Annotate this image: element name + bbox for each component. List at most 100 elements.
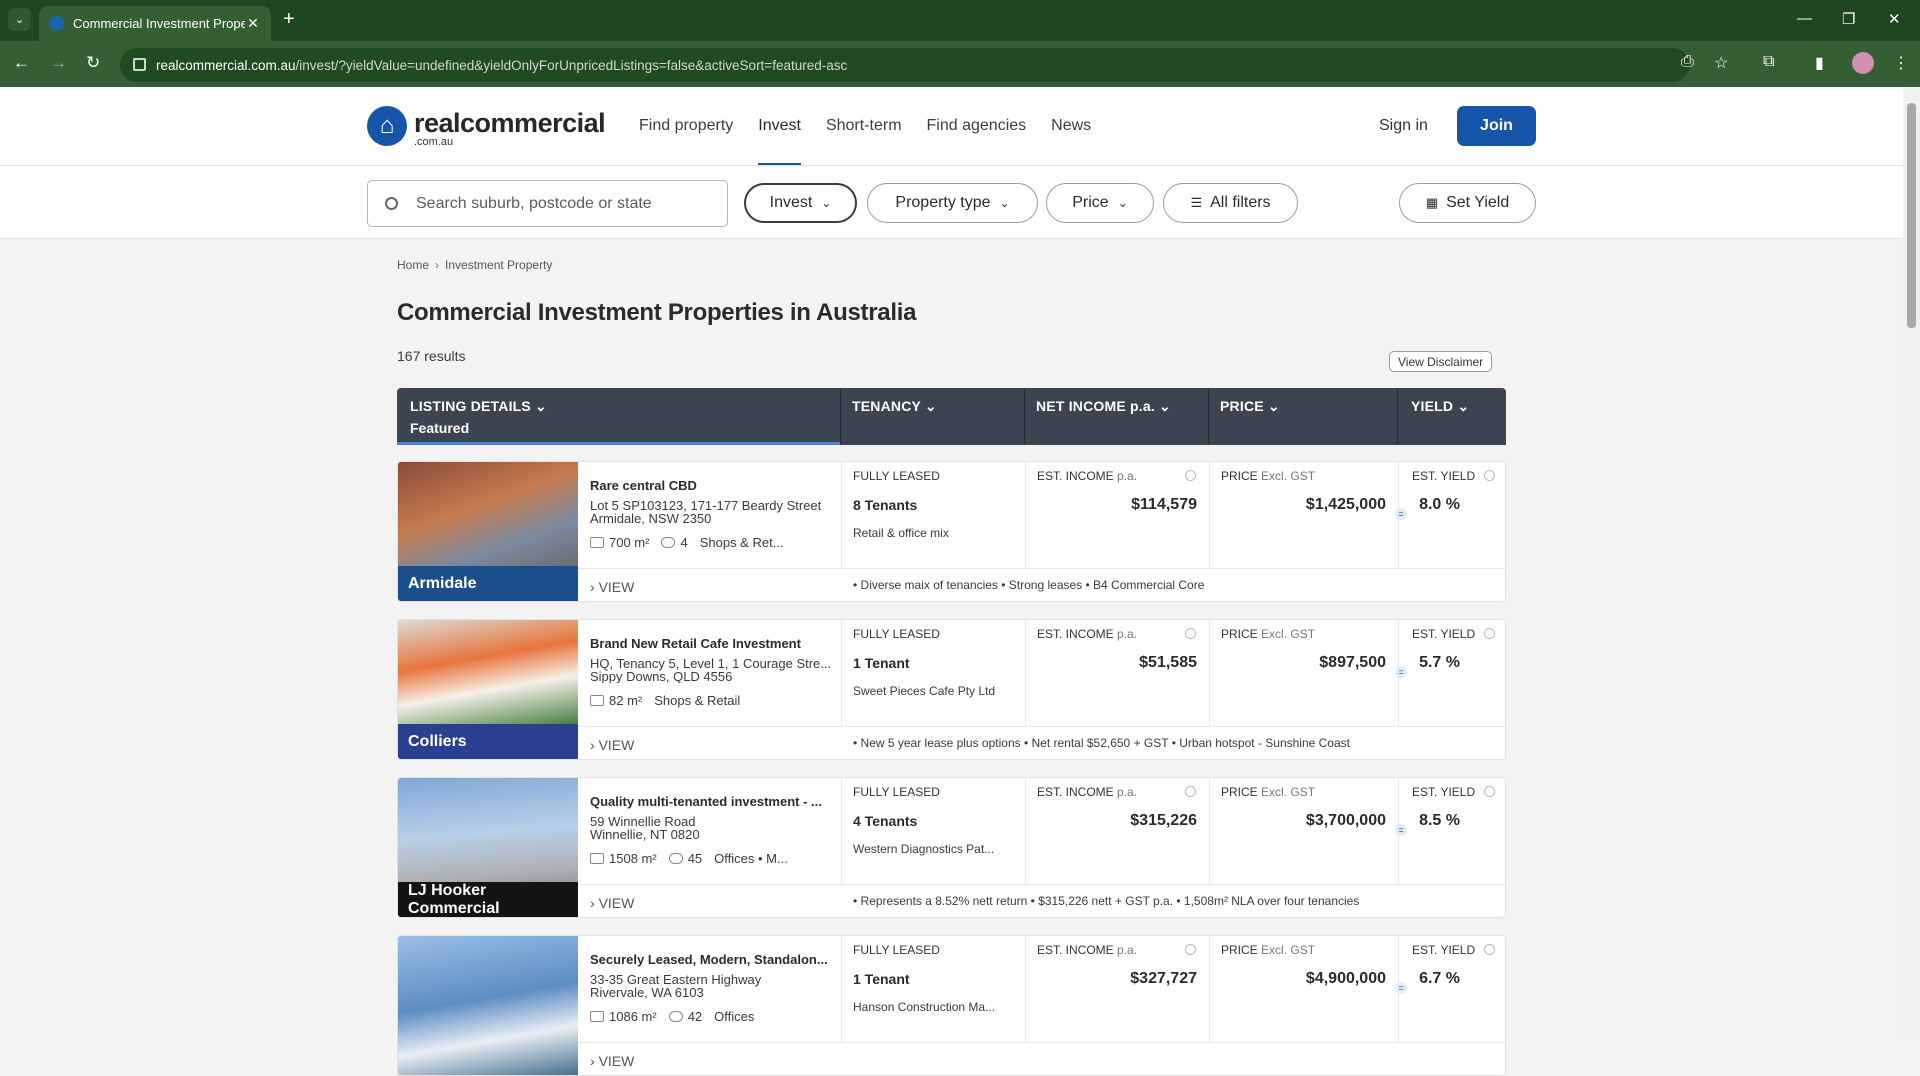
divider — [578, 1042, 1505, 1043]
car-icon — [668, 1011, 683, 1022]
excl-gst-text: Excl. GST — [1261, 627, 1316, 641]
extensions-icon[interactable]: ⧉ — [1763, 53, 1774, 71]
sort-net-income[interactable]: NET INCOME p.a. ⌄ — [1036, 398, 1171, 415]
reload-icon[interactable]: ↻ — [86, 53, 100, 73]
menu-kebab-icon[interactable]: ⋮ — [1893, 53, 1909, 73]
house-logo-icon[interactable]: ⌂ — [367, 106, 407, 146]
view-button[interactable]: › VIEW — [590, 579, 634, 595]
listing-title[interactable]: Brand New Retail Cafe Investment — [590, 636, 830, 651]
chevron-right-icon: › — [435, 258, 440, 272]
view-button[interactable]: › VIEW — [590, 737, 634, 753]
view-button[interactable]: › VIEW — [590, 1053, 634, 1069]
set-yield-button[interactable]: ▦ Set Yield — [1399, 183, 1536, 223]
table-header: LISTING DETAILS ⌄ Featured TENANCY ⌄ NET… — [397, 388, 1506, 445]
agency-logo[interactable]: Armidale — [398, 566, 578, 601]
listing-card[interactable]: Armidale Rare central CBD Lot 5 SP103123… — [397, 461, 1506, 602]
all-filters-button[interactable]: ☰ All filters — [1163, 183, 1298, 223]
sort-price[interactable]: PRICE ⌄ — [1220, 398, 1280, 415]
logo-text[interactable]: realcommercial — [414, 108, 606, 139]
sign-in-link[interactable]: Sign in — [1379, 117, 1428, 135]
listing-card[interactable]: LJ Hooker Commercial Quality multi-tenan… — [397, 777, 1506, 918]
close-tab-icon[interactable]: ✕ — [245, 15, 261, 32]
minimize-icon[interactable]: — — [1797, 10, 1812, 27]
info-icon[interactable] — [1185, 628, 1196, 639]
nav-invest[interactable]: Invest — [758, 117, 801, 165]
nav-find-agencies[interactable]: Find agencies — [927, 117, 1027, 165]
breadcrumb-home[interactable]: Home — [397, 258, 429, 272]
close-window-icon[interactable]: ✕ — [1888, 10, 1901, 28]
divider — [841, 778, 842, 885]
agency-logo[interactable]: Colliers — [398, 724, 578, 759]
info-icon[interactable] — [1484, 944, 1495, 955]
listing-title[interactable]: Rare central CBD — [590, 478, 830, 493]
scrollbar-thumb[interactable] — [1907, 103, 1916, 328]
info-icon[interactable] — [1484, 470, 1495, 481]
divider — [841, 620, 842, 727]
browser-tab-active[interactable]: Commercial Investment Prope ✕ — [39, 6, 271, 41]
listing-card[interactable]: Securely Leased, Modern, Standalon... 33… — [397, 935, 1506, 1076]
property-type-dropdown[interactable]: Property type ⌄ — [867, 183, 1038, 223]
listing-address: HQ, Tenancy 5, Level 1, 1 Courage Stre..… — [590, 657, 830, 683]
price-value: $897,500 — [1319, 654, 1386, 671]
floor-area: 1508 m² — [609, 851, 657, 866]
view-disclaimer-button[interactable]: View Disclaimer — [1389, 351, 1493, 372]
filter-bar: Search suburb, postcode or state Invest ⌄… — [0, 166, 1903, 239]
profile-avatar[interactable] — [1852, 52, 1874, 74]
est-yield-label: EST. YIELD — [1412, 785, 1476, 799]
tab-search-icon[interactable]: ⌄ — [8, 8, 31, 31]
join-button[interactable]: Join — [1457, 106, 1536, 146]
restore-icon[interactable]: ❐ — [1842, 10, 1855, 28]
info-icon[interactable] — [1185, 944, 1196, 955]
listing-card[interactable]: Colliers Brand New Retail Cafe Investmen… — [397, 619, 1506, 760]
pa-text: p.a. — [1117, 469, 1138, 483]
back-icon[interactable]: ← — [13, 53, 30, 73]
price-dropdown[interactable]: Price ⌄ — [1046, 183, 1154, 223]
info-icon[interactable] — [1185, 470, 1196, 481]
sort-listing-details[interactable]: LISTING DETAILS ⌄ — [410, 398, 547, 415]
property-type: Offices • M... — [714, 851, 788, 866]
new-tab-icon[interactable]: + — [283, 8, 295, 31]
equals-icon: = — [1395, 666, 1407, 678]
divider — [1209, 462, 1210, 569]
forward-icon[interactable]: → — [50, 53, 67, 73]
nav-news[interactable]: News — [1051, 117, 1091, 165]
breadcrumb-current: Investment Property — [445, 258, 553, 272]
price-label: PRICE Excl. GST — [1221, 627, 1315, 641]
listing-photo[interactable] — [398, 936, 578, 1075]
divider — [578, 726, 1505, 727]
active-sort-indicator — [397, 442, 840, 445]
invest-label: Invest — [769, 194, 813, 211]
install-app-icon[interactable]: ⎙ — [1681, 53, 1694, 71]
divider — [578, 568, 1505, 569]
nav-find-property[interactable]: Find property — [639, 117, 733, 165]
info-icon[interactable] — [1185, 786, 1196, 797]
agency-logo[interactable]: LJ Hooker Commercial — [398, 882, 578, 917]
tenancy-status: FULLY LEASED — [853, 943, 940, 957]
side-panel-icon[interactable]: ▮ — [1815, 53, 1824, 73]
info-icon[interactable] — [1484, 628, 1495, 639]
page-scrollbar[interactable] — [1903, 87, 1920, 1039]
price-value: $4,900,000 — [1305, 970, 1386, 987]
address-bar[interactable]: realcommercial.com.au /invest/?yieldValu… — [120, 48, 1690, 82]
page-content: ⌂ realcommercial .com.au Find property I… — [0, 87, 1903, 1076]
bookmark-star-icon[interactable]: ☆ — [1714, 53, 1728, 73]
set-yield-label: Set Yield — [1446, 194, 1510, 211]
pa-text: p.a. — [1117, 943, 1138, 957]
nav-short-term[interactable]: Short-term — [826, 117, 902, 165]
site-favicon-icon — [49, 16, 64, 31]
info-icon[interactable] — [1484, 786, 1495, 797]
search-input[interactable]: Search suburb, postcode or state — [367, 180, 728, 227]
listing-title[interactable]: Securely Leased, Modern, Standalon... — [590, 952, 830, 967]
equals-icon: = — [1395, 508, 1407, 520]
excl-gst-text: Excl. GST — [1261, 943, 1316, 957]
browser-tab-strip: ⌄ Commercial Investment Prope ✕ + — ❐ ✕ — [0, 0, 1920, 41]
price-header-label: PRICE — [1220, 398, 1264, 414]
sort-yield[interactable]: YIELD ⌄ — [1411, 398, 1469, 415]
view-button[interactable]: › VIEW — [590, 895, 634, 911]
invest-dropdown[interactable]: Invest ⌄ — [744, 183, 857, 223]
sort-tenancy[interactable]: TENANCY ⌄ — [852, 398, 937, 415]
site-info-icon[interactable] — [133, 58, 146, 71]
site-header: ⌂ realcommercial .com.au Find property I… — [0, 87, 1903, 166]
listing-title[interactable]: Quality multi-tenanted investment - ... — [590, 794, 830, 809]
divider — [1209, 620, 1210, 727]
